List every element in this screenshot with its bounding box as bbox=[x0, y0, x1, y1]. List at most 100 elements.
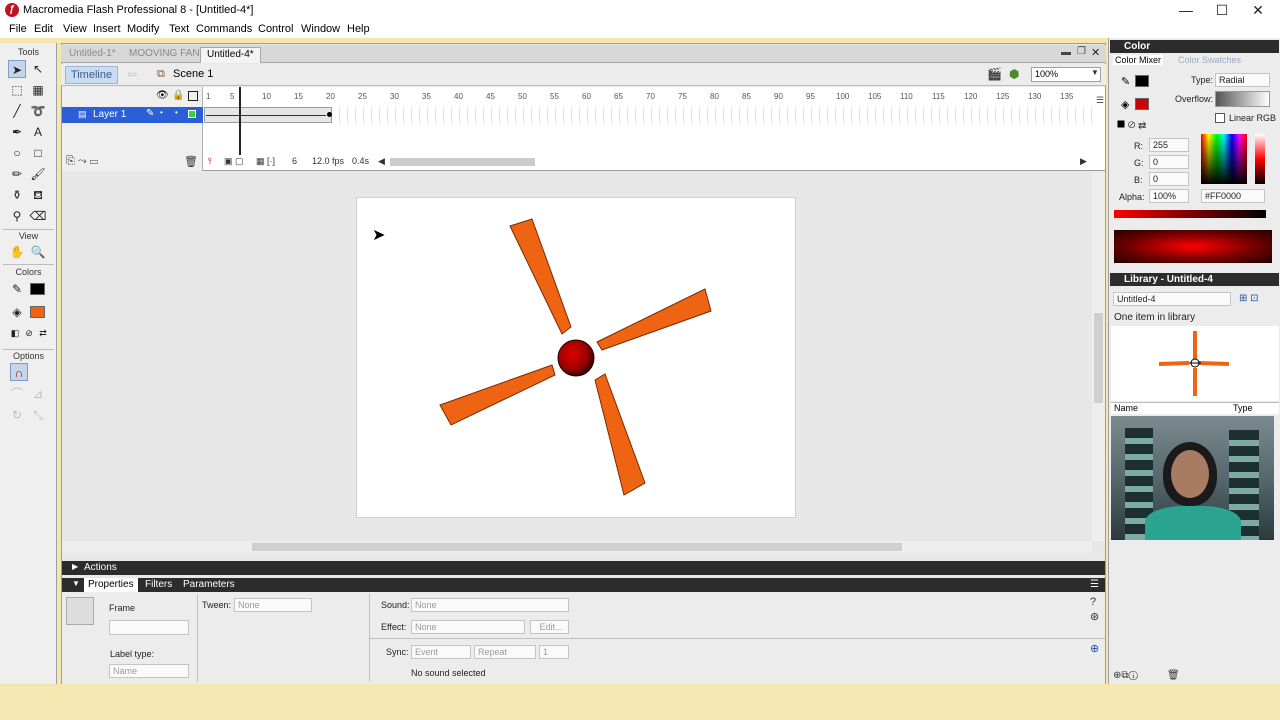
panel-menu-icon[interactable]: ☰ bbox=[1090, 579, 1099, 590]
maximize-button[interactable]: ☐ bbox=[1204, 0, 1240, 22]
paint-bucket-tool-icon[interactable]: ⛾ bbox=[29, 186, 47, 204]
stage-horizontal-scrollbar[interactable] bbox=[62, 541, 1092, 553]
timeline-scrollbar-thumb[interactable] bbox=[390, 158, 535, 166]
outline-all-icon[interactable] bbox=[188, 91, 198, 101]
scroll-right-icon[interactable]: ▶ bbox=[1080, 156, 1087, 167]
color-mode-icons[interactable]: ⯀ ⊘ ⇄ bbox=[1117, 120, 1146, 131]
oval-tool-icon[interactable]: ○ bbox=[8, 144, 26, 162]
hand-tool-icon[interactable]: ✋ bbox=[8, 243, 26, 261]
menu-text[interactable]: Text bbox=[169, 23, 189, 35]
actions-panel-header[interactable]: ▶ Actions bbox=[62, 561, 1105, 575]
color-spectrum[interactable] bbox=[1201, 134, 1247, 184]
stroke-color-swatch[interactable] bbox=[1135, 75, 1149, 87]
repeat-select[interactable]: Repeat bbox=[474, 645, 536, 659]
eyedropper-tool-icon[interactable]: ⚲ bbox=[8, 207, 26, 225]
fill-color-icon[interactable]: ◈ bbox=[1121, 98, 1129, 111]
column-name[interactable]: Name bbox=[1114, 403, 1138, 413]
insert-layer-icon[interactable]: ⎘ ⤳ ▭ bbox=[66, 155, 98, 168]
doc-close-icon[interactable]: ✕ bbox=[1091, 46, 1100, 59]
pen-tool-icon[interactable]: ✒ bbox=[8, 123, 26, 141]
free-transform-tool-icon[interactable]: ⬚ bbox=[8, 81, 26, 99]
tab-color-mixer[interactable]: Color Mixer bbox=[1113, 55, 1164, 65]
accessibility-icon[interactable]: ⊛ bbox=[1090, 610, 1099, 623]
fan-blade[interactable] bbox=[509, 218, 572, 335]
rectangle-tool-icon[interactable]: □ bbox=[29, 144, 47, 162]
column-type[interactable]: Type bbox=[1233, 403, 1253, 413]
edit-button[interactable]: Edit... bbox=[530, 620, 569, 634]
line-tool-icon[interactable]: ╱ bbox=[8, 102, 26, 120]
tab-filters[interactable]: Filters bbox=[145, 579, 172, 590]
zoom-tool-icon[interactable]: 🔍 bbox=[29, 243, 47, 261]
stage-vertical-scrollbar[interactable] bbox=[1092, 173, 1105, 541]
fill-color-swatch[interactable] bbox=[30, 306, 45, 318]
eraser-tool-icon[interactable]: ⌫ bbox=[29, 207, 47, 225]
linear-rgb-checkbox[interactable] bbox=[1215, 113, 1225, 123]
menu-modify[interactable]: Modify bbox=[127, 23, 159, 35]
hscroll-thumb[interactable] bbox=[252, 543, 902, 551]
tab-mooving-fan[interactable]: MOOVING FAN* bbox=[123, 47, 209, 63]
fill-color-swatch[interactable] bbox=[1135, 98, 1149, 110]
menu-insert[interactable]: Insert bbox=[93, 23, 121, 35]
show-hide-all-icon[interactable]: 👁 bbox=[156, 90, 169, 101]
stage[interactable] bbox=[356, 197, 796, 518]
ink-bottle-tool-icon[interactable]: ⚱ bbox=[8, 186, 26, 204]
library-footer-icons[interactable]: ⊕⧉ⓘ bbox=[1113, 670, 1138, 681]
label-type-select[interactable]: Name bbox=[109, 664, 189, 678]
stroke-color-swatch[interactable] bbox=[30, 283, 45, 295]
fan-artwork[interactable] bbox=[357, 198, 797, 519]
lock-all-icon[interactable]: 🔒 bbox=[172, 90, 184, 101]
r-input[interactable]: 255 bbox=[1149, 138, 1189, 152]
doc-minimize-icon[interactable]: ▬ bbox=[1061, 47, 1071, 58]
library-delete-icon[interactable]: 🗑 bbox=[1167, 670, 1180, 681]
scroll-left-icon[interactable]: ◀ bbox=[378, 156, 385, 167]
visible-dot-icon[interactable]: • bbox=[160, 108, 163, 117]
brush-tool-icon[interactable]: 🖌 bbox=[29, 165, 47, 183]
lock-dot-icon[interactable]: • bbox=[175, 108, 178, 117]
menu-window[interactable]: Window bbox=[301, 23, 340, 35]
stroke-color-icon[interactable]: ✎ bbox=[8, 280, 26, 298]
menu-help[interactable]: Help bbox=[347, 23, 370, 35]
delete-layer-icon[interactable]: 🗑 bbox=[184, 155, 198, 168]
onion-skin-icon[interactable]: ▣ ▢ bbox=[224, 156, 244, 167]
hex-input[interactable]: #FF0000 bbox=[1201, 189, 1265, 203]
doc-restore-icon[interactable]: ❐ bbox=[1077, 46, 1086, 57]
menu-control[interactable]: Control bbox=[258, 23, 293, 35]
edit-symbols-icon[interactable]: ⬢ bbox=[1009, 67, 1019, 81]
chevron-down-icon[interactable]: ▼ bbox=[1091, 68, 1099, 77]
tween-select[interactable]: None bbox=[234, 598, 312, 612]
b-input[interactable]: 0 bbox=[1149, 172, 1189, 186]
stroke-color-icon[interactable]: ✎ bbox=[1121, 75, 1130, 88]
vscroll-thumb[interactable] bbox=[1094, 313, 1103, 403]
fan-hub[interactable] bbox=[557, 339, 595, 377]
menu-view[interactable]: View bbox=[63, 23, 87, 35]
help-icon[interactable]: ? bbox=[1090, 596, 1096, 608]
timeline-menu-icon[interactable]: ☰ bbox=[1096, 95, 1104, 106]
snap-to-objects-icon[interactable]: ∩ bbox=[10, 363, 28, 381]
gradient-bar[interactable] bbox=[1114, 210, 1266, 218]
tab-properties[interactable]: Properties bbox=[84, 578, 138, 592]
color-panel-header[interactable]: Color bbox=[1110, 40, 1279, 53]
outline-color-icon[interactable] bbox=[188, 110, 196, 118]
center-frame-icon[interactable]: ⫯ bbox=[208, 156, 212, 167]
edit-scene-icon[interactable]: 🎬 bbox=[987, 67, 1002, 81]
menu-edit[interactable]: Edit bbox=[34, 23, 53, 35]
frame-name-input[interactable] bbox=[109, 620, 189, 635]
swap-colors-icon[interactable]: ⇄ bbox=[34, 324, 52, 342]
fan-blade[interactable] bbox=[596, 288, 712, 351]
sound-select[interactable]: None bbox=[411, 598, 569, 612]
brightness-slider[interactable] bbox=[1255, 134, 1265, 184]
type-select[interactable]: Radial bbox=[1215, 73, 1270, 87]
tab-untitled-4[interactable]: Untitled-4* bbox=[200, 47, 261, 63]
close-button[interactable]: ✕ bbox=[1240, 0, 1276, 22]
overflow-select[interactable] bbox=[1215, 91, 1270, 107]
pin-library-icon[interactable]: ⊞ ⊡ bbox=[1239, 293, 1259, 304]
g-input[interactable]: 0 bbox=[1149, 155, 1189, 169]
effect-select[interactable]: None bbox=[411, 620, 525, 634]
layer-row[interactable]: ▤ Layer 1 ✎ • • bbox=[62, 107, 203, 123]
sync-select[interactable]: Event bbox=[411, 645, 471, 659]
alpha-input[interactable]: 100% bbox=[1149, 189, 1189, 203]
subselection-tool-icon[interactable]: ↖ bbox=[29, 60, 47, 78]
timeline-toggle-button[interactable]: Timeline bbox=[65, 66, 118, 84]
gradient-transform-tool-icon[interactable]: ▦ bbox=[29, 81, 47, 99]
fan-blade[interactable] bbox=[594, 373, 646, 496]
